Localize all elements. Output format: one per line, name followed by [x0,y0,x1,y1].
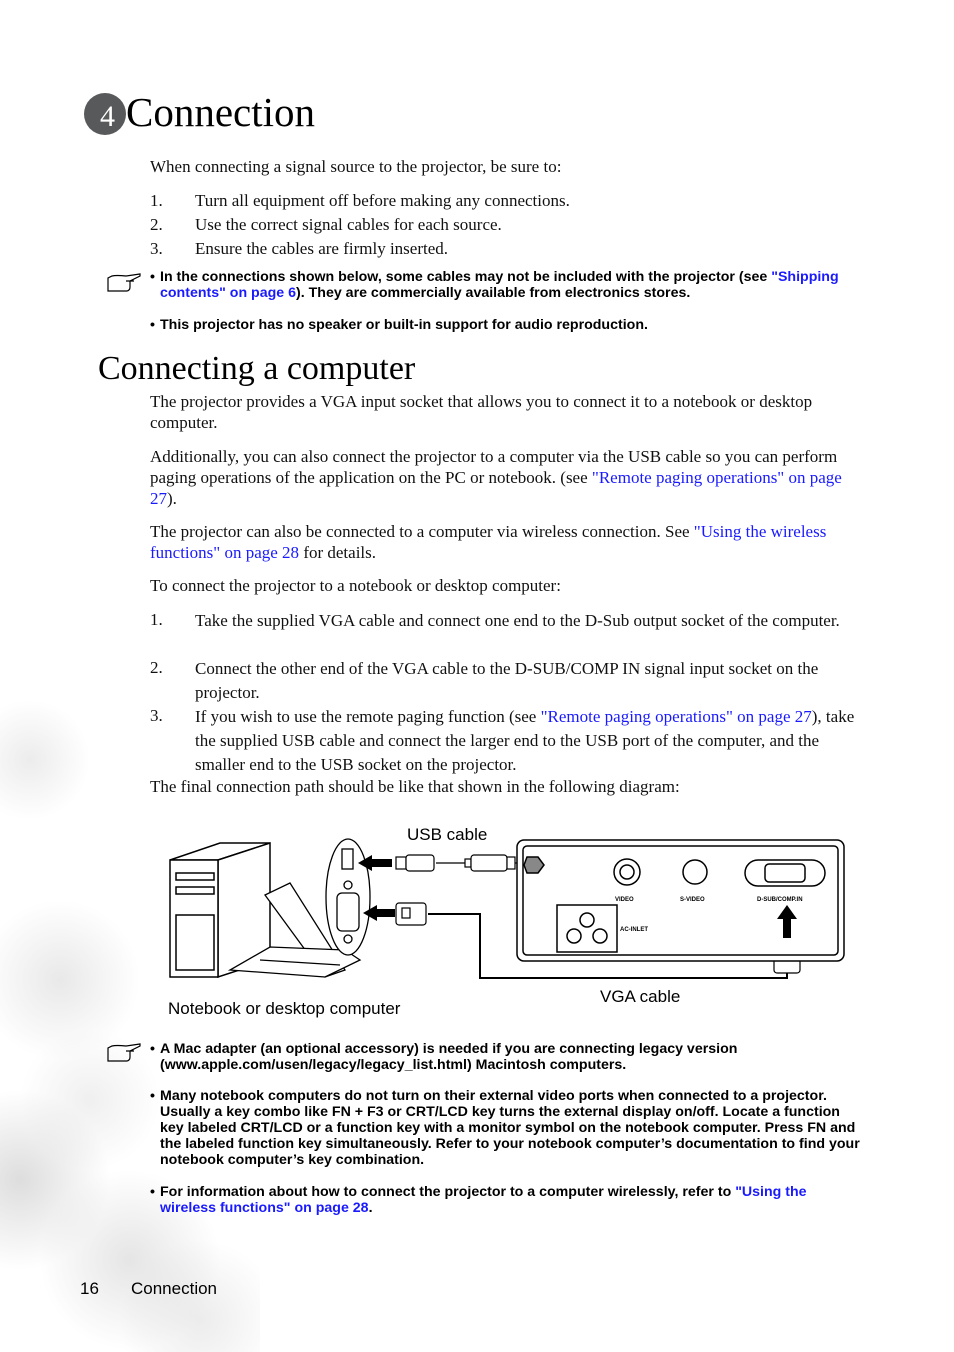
step-text: Turn all equipment off before making any… [195,191,570,210]
step-text: Connect the other end of the VGA cable t… [195,659,819,702]
bullet: • [150,269,155,285]
step-number: 2. [150,215,163,234]
connection-diagram: VIDEO S-VIDEO D-SUB/COMP.IN AC-INLET [169,838,845,979]
note-text: For information about how to connect the… [160,1184,736,1200]
note-text: In the connections shown below, some cab… [160,269,772,285]
bullet: • [150,1041,155,1057]
note-bullet-text: Many notebook computers do not turn on t… [160,1088,860,1168]
step-number: 1. [150,610,163,629]
paragraph: To connect the projector to a notebook o… [150,576,561,595]
step-number: 3. [150,239,163,258]
remote-paging-link[interactable]: "Remote paging operations" on page 27 [541,707,812,726]
svideo-port-label: S-VIDEO [680,897,705,903]
note-text: . [368,1200,373,1216]
note-bullet-text: For information about how to connect the… [160,1184,860,1216]
computer-label: Notebook or desktop computer [168,999,401,1018]
note-bullet-text: This projector has no speaker or built-i… [160,317,648,333]
text: The projector can also be connected to a… [150,522,694,541]
bullet: • [150,1088,155,1104]
usb-cable [395,854,525,872]
video-port-label: VIDEO [615,897,634,903]
step-text: Use the correct signal cables for each s… [195,215,502,234]
dsub-port-label: D-SUB/COMP.IN [757,897,803,903]
chapter-title: Connection [126,89,316,135]
note-text: ). They are commercially available from … [296,285,691,301]
step-number: 2. [150,658,163,677]
step-text: If you wish to use the remote paging fun… [195,705,855,777]
text: If you wish to use the remote paging fun… [195,707,541,726]
step-text: Ensure the cables are firmly inserted. [195,239,449,258]
note-bullet-text: A Mac adapter (an optional accessory) is… [160,1041,738,1073]
computer-port-panel [325,838,371,956]
section-title: Connecting a computer [98,350,416,387]
paragraph: The final connection path should be like… [150,777,680,796]
page-number: 16 [80,1279,99,1298]
paragraph: Additionally, you can also connect the p… [150,446,860,509]
bullet: • [150,1184,155,1200]
pointing-hand-icon [107,273,141,292]
text: ). [167,489,177,508]
chapter-number: 4 [100,100,115,133]
bullet: • [150,317,155,333]
ac-inlet-label: AC-INLET [620,927,648,933]
vga-cable-label: VGA cable [600,987,681,1006]
note-bullet-text: In the connections shown below, some cab… [160,269,860,301]
paragraph: The projector can also be connected to a… [150,521,860,563]
pointing-hand-icon [107,1043,141,1062]
text: for details. [299,543,377,562]
intro-text: When connecting a signal source to the p… [150,157,562,176]
step-number: 3. [150,706,163,725]
footer-section: Connection [131,1279,218,1298]
step-text: Take the supplied VGA cable and connect … [195,611,840,630]
paragraph: The projector provides a VGA input socke… [150,392,813,432]
step-number: 1. [150,191,163,210]
